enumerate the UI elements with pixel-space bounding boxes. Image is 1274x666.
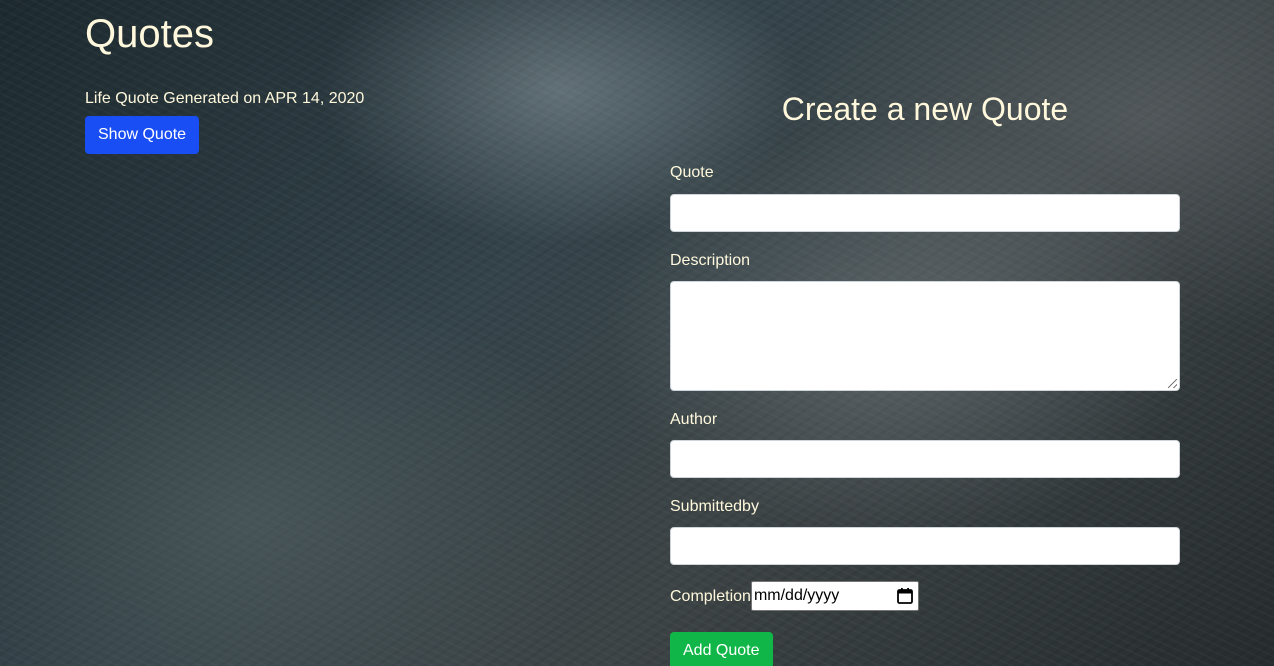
submittedby-label: Submittedby [670, 497, 759, 515]
quote-field-group: Quote [670, 163, 1180, 232]
author-input[interactable] [670, 439, 1180, 478]
completion-field-group: Completion mm/dd/yyyy [670, 581, 1180, 612]
quote-list-item: Life Quote Generated on APR 14, 2020 Sho… [85, 89, 625, 155]
submittedby-field-group: Submittedby [670, 497, 1180, 566]
quote-item-text: Life Quote Generated on APR 14, 2020 [85, 90, 365, 107]
quote-label: Quote [670, 164, 714, 182]
description-field-group: Description [670, 251, 1180, 391]
quote-input[interactable] [670, 193, 1180, 232]
add-quote-button[interactable]: Add Quote [670, 632, 773, 666]
description-textarea[interactable] [670, 280, 1180, 391]
author-field-group: Author [670, 410, 1180, 478]
completion-date-input[interactable]: mm/dd/yyyy [750, 581, 919, 612]
date-placeholder: mm/dd/yyyy [753, 587, 840, 605]
quotes-panel: Quotes Life Quote Generated on APR 14, 2… [85, 0, 625, 155]
calendar-icon[interactable] [896, 587, 914, 605]
description-label: Description [670, 251, 751, 269]
resize-handle-icon[interactable] [1168, 378, 1177, 388]
new-quote-form: Create a new Quote Quote Description Aut… [670, 0, 1180, 666]
submittedby-input[interactable] [670, 527, 1180, 566]
page-title: Quotes [85, 12, 214, 56]
completion-label: Completion [670, 587, 751, 605]
show-quote-button[interactable]: Show Quote [85, 116, 200, 155]
form-title: Create a new Quote [781, 91, 1069, 127]
author-label: Author [670, 410, 718, 428]
